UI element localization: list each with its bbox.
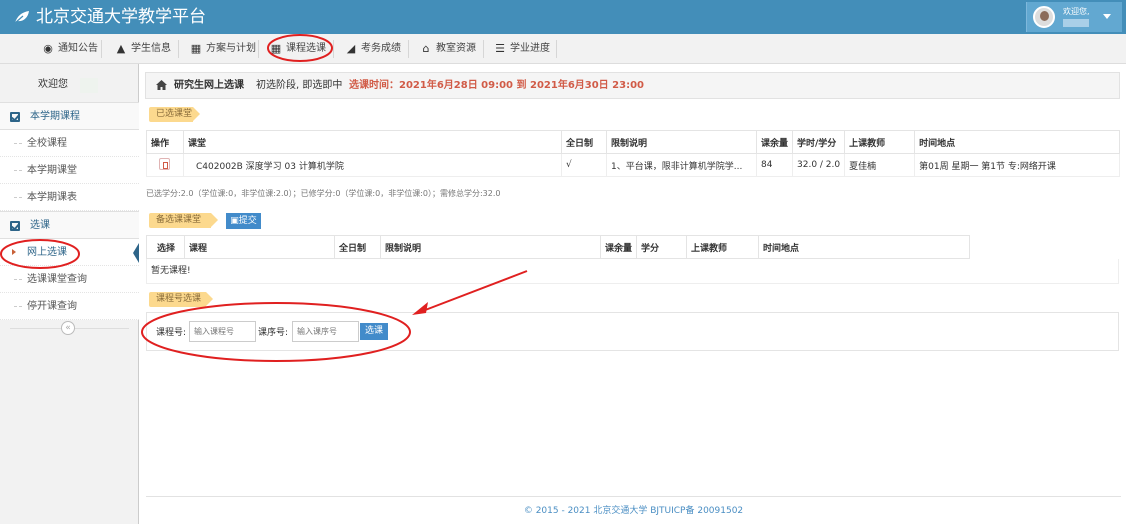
course-number-label: 课程号:: [156, 328, 187, 338]
ribbon-course-number: 课程号选课: [149, 292, 213, 307]
table-header-row: 操作 课堂 全日制 限制说明 课余量 学时/学分 上课教师 时间地点: [146, 130, 1120, 154]
selection-time: 选课时间：2021年6月28日 09:00 到 2021年6月30日 23:00: [349, 80, 644, 91]
ribbon-selected: 已选课堂: [149, 107, 200, 122]
nav-item-student-info[interactable]: ▲ 学生信息: [115, 34, 171, 63]
avatar: [1033, 6, 1055, 28]
list-icon: ☰: [495, 42, 505, 55]
double-chevron-left-icon[interactable]: «: [61, 321, 75, 335]
sidebar-item-all-courses[interactable]: 全校课程: [0, 130, 139, 157]
stage-text: 初选阶段, 即选即中: [256, 80, 343, 91]
section-number-label: 课序号:: [258, 328, 289, 338]
graduation-cap-icon: ▲: [116, 42, 126, 55]
area-chart-icon: ◢: [346, 42, 356, 55]
app-title: 北京交通大学教学平台: [36, 7, 206, 27]
course-number-input[interactable]: [189, 321, 256, 342]
home-icon: [156, 80, 167, 90]
main-nav: ◉ 通知公告 ▲ 学生信息 ▦ 方案与计划 ▦ 课程选课 ◢ 考务成绩 ⌂ 教室资源 ☰ 学业…: [0, 34, 1126, 64]
sidebar-collapse[interactable]: «: [0, 320, 139, 336]
calendar-icon: ▦: [190, 42, 202, 55]
calendar-icon: ▦: [270, 42, 282, 55]
caret-right-icon: [12, 249, 16, 255]
course-number-form: 课程号: 课序号: 选课: [146, 312, 1119, 351]
section-number-input[interactable]: [292, 321, 359, 342]
submit-button[interactable]: ▣提交: [226, 213, 261, 229]
sidebar: 欢迎您 本学期课程 全校课程 本学期课堂 本学期课表 选课 网上选课 选课课堂查…: [0, 64, 139, 524]
globe-icon: ◉: [43, 42, 53, 55]
nav-item-progress[interactable]: ☰ 学业进度: [494, 34, 550, 63]
sidebar-group-this-term[interactable]: 本学期课程: [0, 102, 139, 130]
selected-table: 操作 课堂 全日制 限制说明 课余量 学时/学分 上课教师 时间地点 C4020…: [146, 130, 1120, 177]
sidebar-item-cancelled-query[interactable]: 停开课查询: [0, 293, 139, 320]
top-bar: 北京交通大学教学平台 欢迎您,: [0, 0, 1126, 34]
delete-icon[interactable]: [159, 157, 170, 170]
empty-message: 暂无课程!: [146, 259, 1119, 284]
checkbox-icon: [10, 112, 20, 122]
sidebar-group-selection[interactable]: 选课: [0, 211, 139, 239]
sidebar-item-class-query[interactable]: 选课课堂查询: [0, 266, 139, 293]
nav-item-plans[interactable]: ▦ 方案与计划: [190, 34, 256, 63]
nav-item-exams[interactable]: ◢ 考务成绩: [345, 34, 401, 63]
bank-icon: ⌂: [422, 42, 430, 55]
nav-item-notices[interactable]: ◉ 通知公告: [42, 34, 98, 63]
active-pointer: [133, 243, 139, 263]
credit-summary: 已选学分:2.0（学位课:0，非学位课:2.0）；已修学分:0（学位课:0，非学…: [146, 189, 501, 198]
candidate-table: 选择 课程 全日制 限制说明 课余量 学分 上课教师 时间地点: [146, 235, 970, 259]
nav-item-course-selection[interactable]: ▦ 课程选课: [270, 34, 326, 63]
save-icon: ▣: [230, 216, 239, 226]
user-menu[interactable]: 欢迎您,: [1026, 2, 1122, 32]
user-greeting: 欢迎您,: [1063, 7, 1090, 16]
ribbon-candidate: 备选课课堂: [149, 213, 218, 228]
sidebar-item-online-selection[interactable]: 网上选课: [0, 239, 139, 266]
page-title: 研究生网上选课: [174, 80, 244, 91]
caret-down-icon: [1103, 14, 1111, 19]
leaf-icon: [14, 11, 29, 24]
user-name-redacted: [80, 78, 98, 93]
sidebar-item-term-schedule[interactable]: 本学期课表: [0, 184, 139, 211]
user-name-redacted: [1063, 19, 1089, 27]
footer: © 2015 - 2021 北京交通大学 BJTUICP备 20091502: [146, 496, 1121, 524]
sidebar-item-term-classes[interactable]: 本学期课堂: [0, 157, 139, 184]
breadcrumb: 研究生网上选课 初选阶段, 即选即中 选课时间：2021年6月28日 09:00…: [145, 72, 1120, 99]
table-row: C402002B 深度学习 03 计算机学院 √ 1、平台课，限非计算机学院学.…: [146, 153, 1120, 177]
sidebar-welcome: 欢迎您: [0, 70, 139, 100]
nav-item-classrooms[interactable]: ⌂ 教室资源: [420, 34, 477, 63]
checkbox-icon: [10, 221, 20, 231]
table-header-row: 选择 课程 全日制 限制说明 课余量 学分 上课教师 时间地点: [146, 235, 970, 259]
select-course-button[interactable]: 选课: [360, 323, 388, 340]
